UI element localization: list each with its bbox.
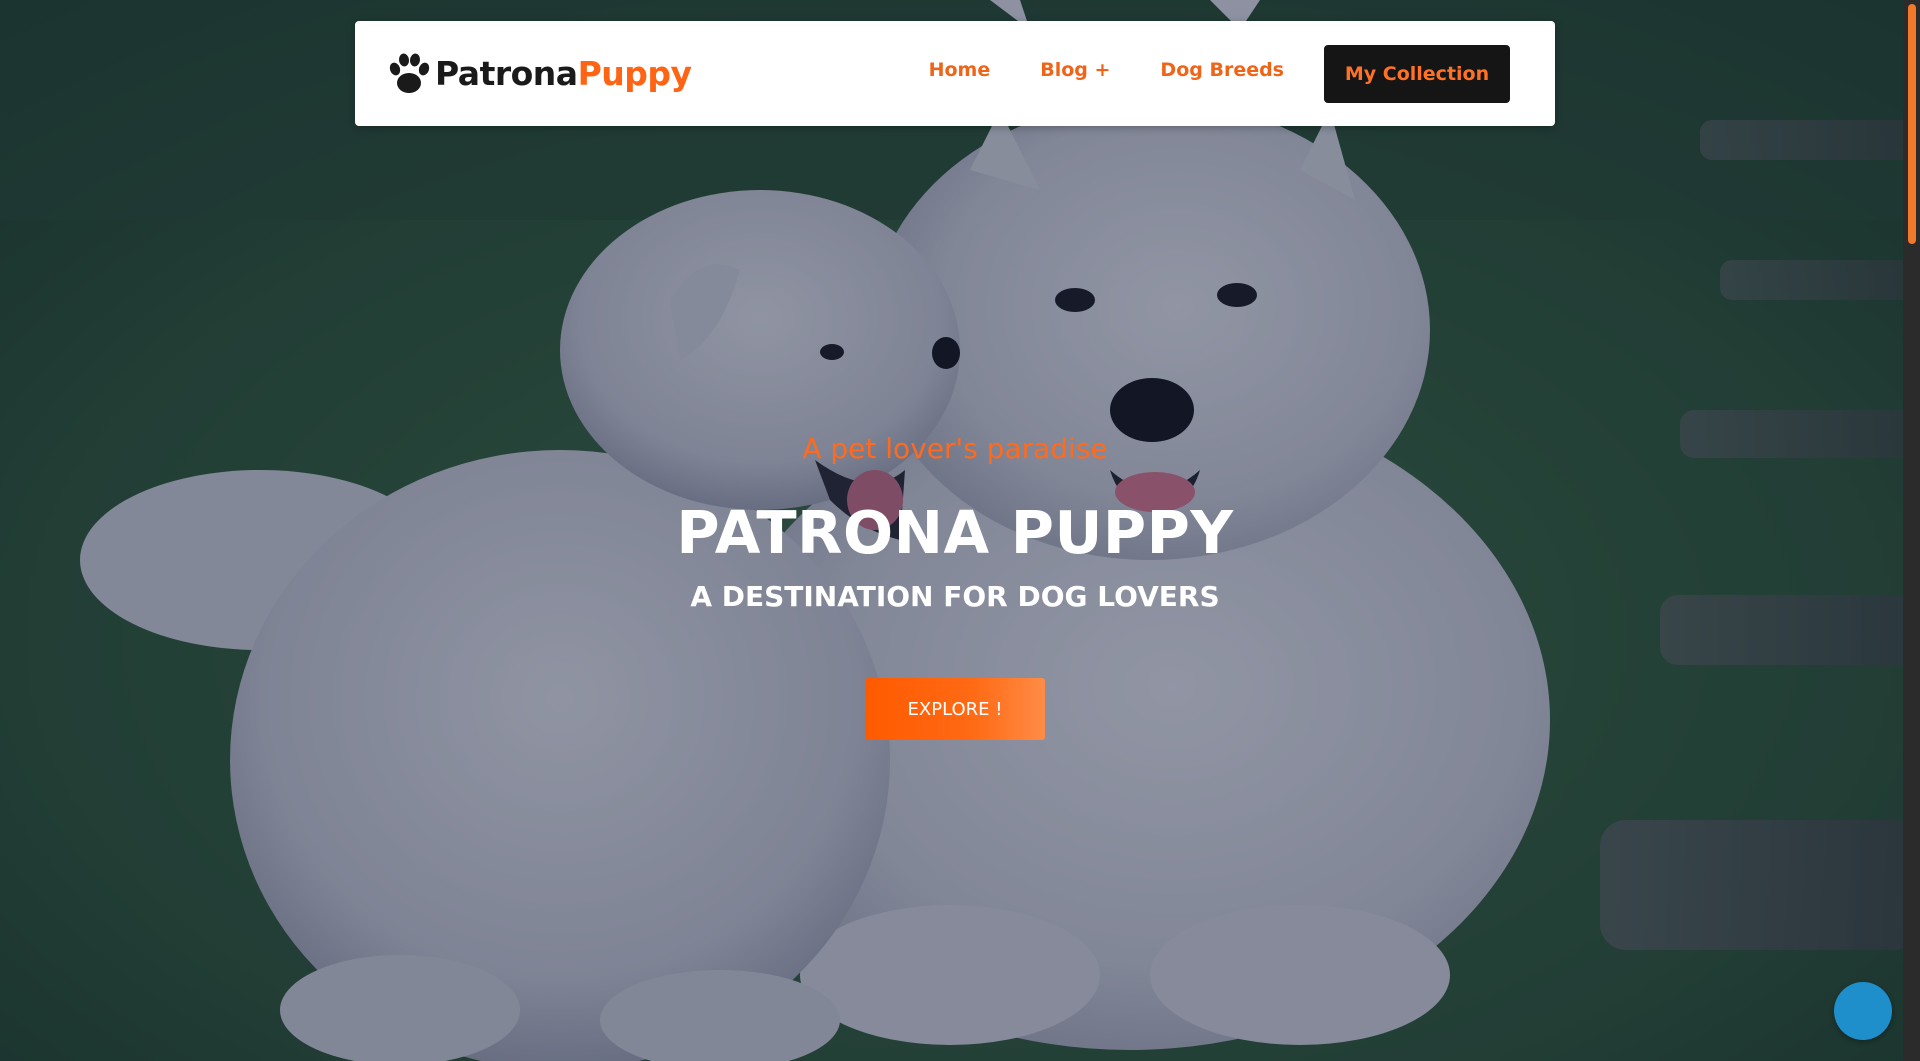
scrollbar-thumb[interactable] [1908,4,1916,244]
hero-section: PatronaPuppy Home Blog + Dog Breeds My C… [0,0,1920,1061]
paw-icon [389,53,430,93]
brand-name: PatronaPuppy [435,54,692,93]
nav-menu: Home Blog + Dog Breeds My Collection [929,44,1510,103]
brand-logo-link[interactable]: PatronaPuppy [385,52,692,96]
nav-item-blog[interactable]: Blog + [1040,59,1110,81]
nav-item-home[interactable]: Home [929,59,991,81]
brand-name-part2: Puppy [577,54,692,93]
my-collection-button[interactable]: My Collection [1324,44,1510,103]
top-navbar: PatronaPuppy Home Blog + Dog Breeds My C… [355,21,1555,126]
hero-title: PATRONA PUPPY [676,498,1234,567]
nav-item-dog-breeds[interactable]: Dog Breeds [1160,59,1284,81]
chat-bubble-icon[interactable] [1834,982,1892,1040]
explore-button[interactable]: EXPLORE ! [865,678,1045,740]
hero-subtitle: A DESTINATION FOR DOG LOVERS [690,580,1220,613]
hero-tagline: A pet lover's paradise [802,432,1108,465]
page-scrollbar[interactable] [1903,0,1920,1061]
brand-name-part1: Patrona [435,54,578,93]
